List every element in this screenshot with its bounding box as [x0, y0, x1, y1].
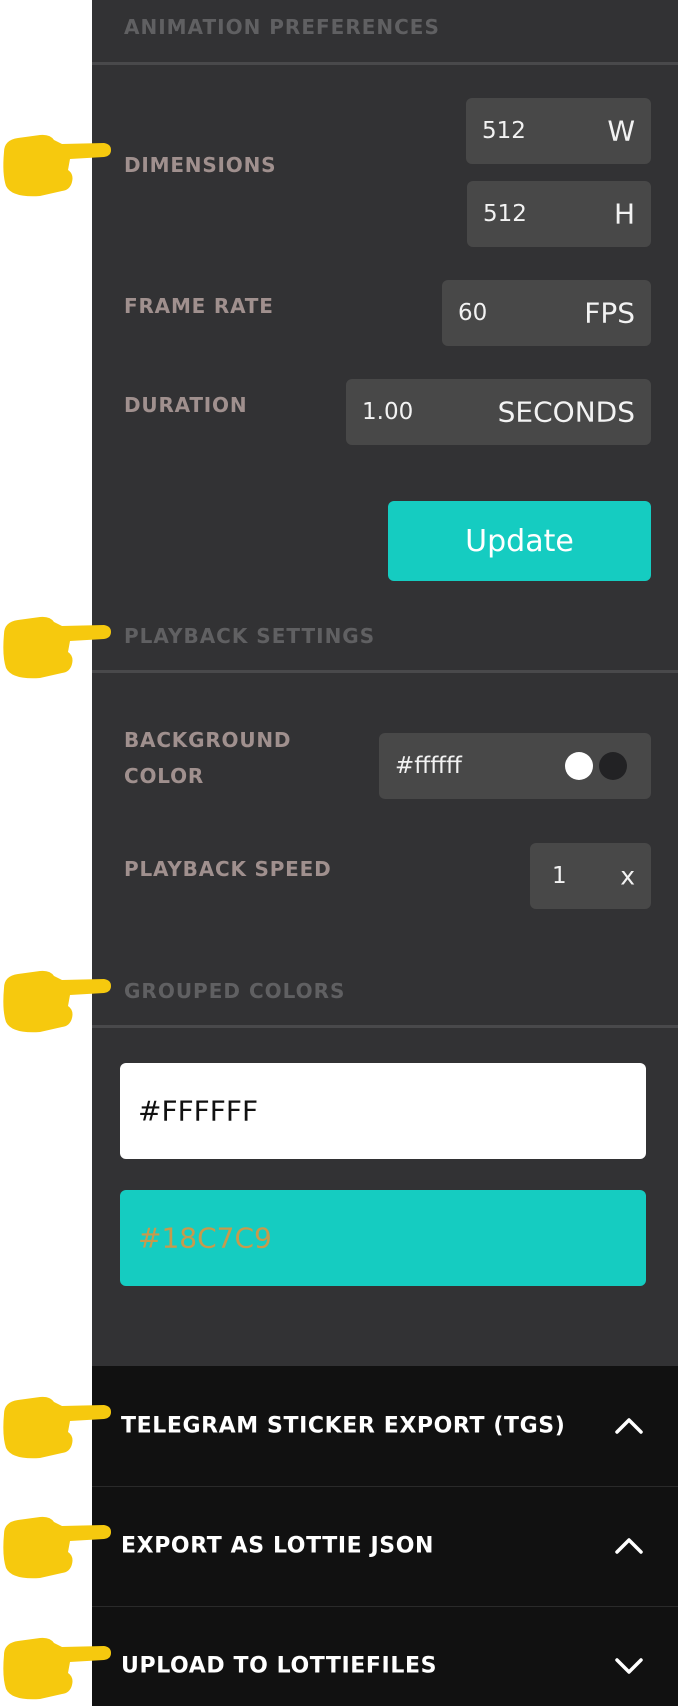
height-input[interactable]: 512 H: [467, 181, 651, 247]
frame-rate-input[interactable]: 60 FPS: [442, 280, 651, 346]
frame-rate-label: FRAME RATE: [124, 294, 274, 318]
duration-input[interactable]: 1.00 SECONDS: [346, 379, 651, 445]
telegram-sticker-export-label: TELEGRAM STICKER EXPORT (TGS): [121, 1413, 566, 1439]
width-input[interactable]: 512 W: [466, 98, 651, 164]
pointing-hand-icon: [3, 616, 111, 679]
frame-rate-value: 60: [458, 300, 488, 326]
grouped-color-value: #18C7C9: [138, 1221, 272, 1255]
playback-speed-input[interactable]: 1 x: [530, 843, 651, 909]
divider: [92, 62, 678, 65]
export-accordion: TELEGRAM STICKER EXPORT (TGS) EXPORT AS …: [92, 1366, 678, 1706]
divider: [92, 1025, 678, 1028]
duration-label: DURATION: [124, 393, 248, 417]
duration-value: 1.00: [362, 399, 414, 425]
playback-speed-label: PLAYBACK SPEED: [124, 857, 332, 881]
dark-background-swatch[interactable]: [599, 752, 627, 780]
upload-lottiefiles-item[interactable]: UPLOAD TO LOTTIEFILES: [92, 1606, 678, 1706]
upload-lottiefiles-label: UPLOAD TO LOTTIEFILES: [121, 1653, 438, 1679]
background-color-value: #ffffff: [395, 753, 462, 779]
grouped-colors-header: GROUPED COLORS: [124, 979, 346, 1003]
background-color-label-line2: COLOR: [124, 764, 205, 788]
dimensions-label: DIMENSIONS: [124, 153, 277, 177]
background-color-label-line1: BACKGROUND: [124, 728, 292, 752]
height-value: 512: [483, 201, 527, 227]
playback-settings-header: PLAYBACK SETTINGS: [124, 624, 376, 648]
playback-speed-value: 1: [552, 863, 567, 889]
background-color-label: BACKGROUND COLOR: [124, 722, 291, 794]
chevron-up-icon[interactable]: [614, 1536, 644, 1556]
pointing-hand-icon: [3, 1637, 111, 1700]
page: ANIMATION PREFERENCES DIMENSIONS 512 W 5…: [0, 0, 678, 1706]
chevron-down-icon[interactable]: [614, 1656, 644, 1676]
playback-speed-unit: x: [620, 861, 635, 891]
background-color-input[interactable]: #ffffff: [379, 733, 651, 799]
update-button[interactable]: Update: [388, 501, 651, 581]
animation-preferences-header: ANIMATION PREFERENCES: [124, 15, 440, 39]
telegram-sticker-export-item[interactable]: TELEGRAM STICKER EXPORT (TGS): [92, 1366, 678, 1486]
grouped-color-teal[interactable]: #18C7C9: [120, 1190, 646, 1286]
grouped-color-white[interactable]: #FFFFFF: [120, 1063, 646, 1159]
width-value: 512: [482, 118, 526, 144]
pointing-hand-icon: [3, 1516, 111, 1579]
grouped-color-value: #FFFFFF: [138, 1094, 259, 1128]
width-unit: W: [607, 114, 635, 148]
divider: [92, 670, 678, 673]
white-background-swatch[interactable]: [565, 752, 593, 780]
duration-unit: SECONDS: [497, 395, 635, 429]
pointing-hand-icon: [3, 970, 111, 1033]
chevron-up-icon[interactable]: [614, 1416, 644, 1436]
pointing-hand-icon: [3, 1396, 111, 1459]
height-unit: H: [613, 197, 635, 231]
export-lottie-json-label: EXPORT AS LOTTIE JSON: [121, 1533, 435, 1559]
export-lottie-json-item[interactable]: EXPORT AS LOTTIE JSON: [92, 1486, 678, 1606]
settings-panel: ANIMATION PREFERENCES DIMENSIONS 512 W 5…: [92, 0, 678, 1366]
pointing-hand-icon: [3, 134, 111, 197]
frame-rate-unit: FPS: [584, 296, 635, 330]
